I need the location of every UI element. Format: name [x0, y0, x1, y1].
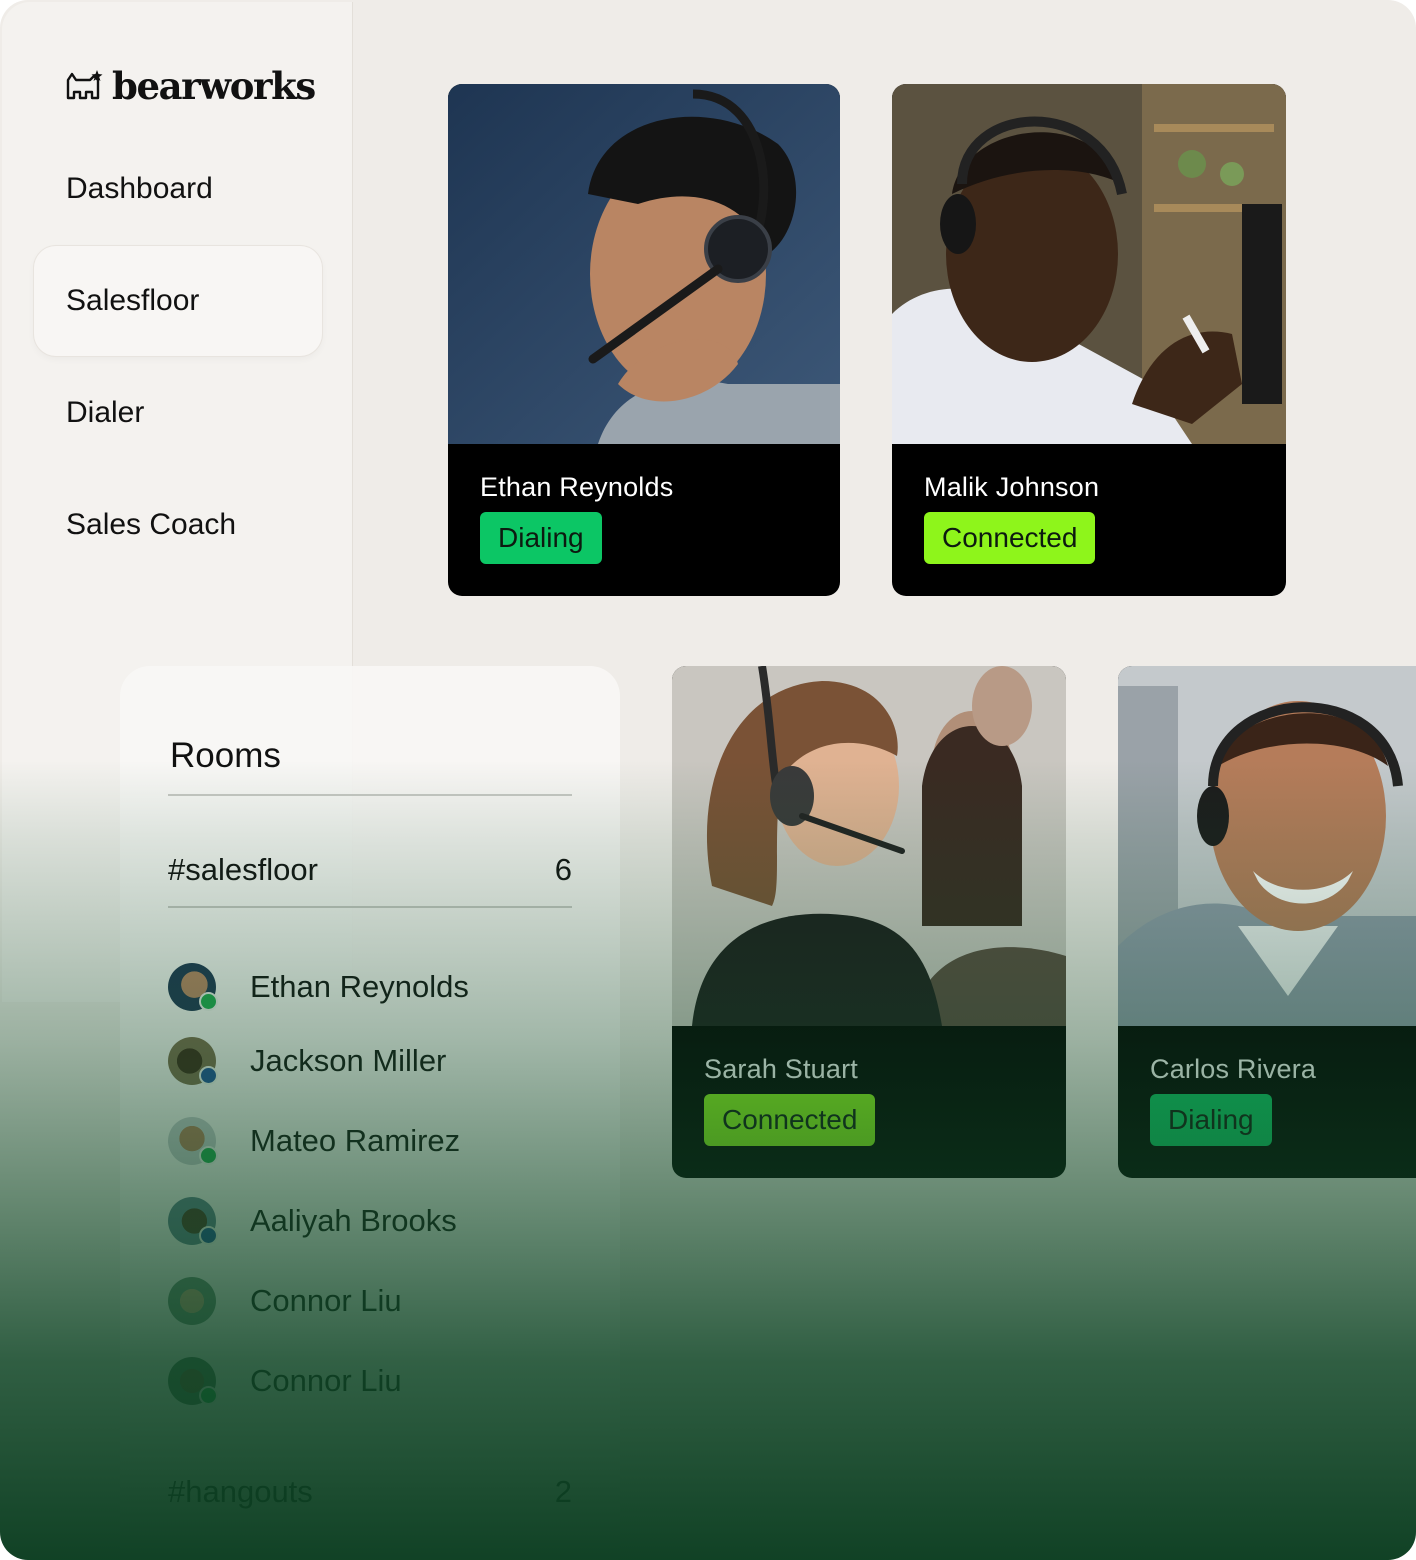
agent-card[interactable]: Carlos Rivera Dialing — [1118, 666, 1416, 1178]
status-badge: Connected — [704, 1094, 876, 1146]
room-member-count: 2 — [554, 1474, 572, 1509]
presence-dot — [199, 1226, 218, 1245]
nav-item-label: Dashboard — [66, 172, 213, 205]
member-name: Aaliyah Brooks — [250, 1203, 457, 1238]
rooms-panel: Rooms #salesfloor 6 Ethan Reynolds Jacks… — [120, 666, 620, 1560]
avatar — [168, 963, 218, 1011]
agent-photo — [448, 84, 840, 444]
room-name: #hangouts — [168, 1474, 313, 1509]
room-member-count: 6 — [554, 852, 572, 887]
status-badge: Dialing — [1150, 1094, 1272, 1146]
agent-photo — [672, 666, 1066, 1026]
room-item-hangouts[interactable]: #hangouts 2 — [168, 1474, 572, 1510]
nav-item-label: Dialer — [66, 396, 145, 429]
agent-name: Carlos Rivera — [1150, 1054, 1317, 1084]
nav-item-dashboard[interactable]: Dashboard — [34, 134, 322, 244]
member-name: Ethan Reynolds — [250, 969, 469, 1004]
agent-card[interactable]: Malik Johnson Connected — [892, 84, 1286, 596]
member-item[interactable]: Connor Liu — [168, 1356, 402, 1406]
nav-item-label: Salesfloor — [66, 284, 200, 317]
nav-item-salesfloor[interactable]: Salesfloor — [34, 246, 322, 356]
member-item[interactable]: Connor Liu — [168, 1276, 402, 1326]
agent-photo — [892, 84, 1286, 444]
divider — [168, 906, 572, 908]
status-badge: Connected — [924, 512, 1096, 564]
presence-dot — [199, 1066, 218, 1085]
agent-name: Malik Johnson — [924, 472, 1100, 502]
status-badge: Dialing — [480, 512, 602, 564]
member-name: Jackson Miller — [250, 1043, 447, 1078]
nav-item-sales-coach[interactable]: Sales Coach — [34, 470, 322, 580]
member-item[interactable]: Aaliyah Brooks — [168, 1196, 457, 1246]
presence-dot — [199, 992, 218, 1011]
presence-dot — [199, 1146, 218, 1165]
member-name: Connor Liu — [250, 1363, 402, 1398]
brand-logo[interactable]: bearworks — [64, 64, 316, 108]
divider — [168, 794, 572, 796]
member-item[interactable]: Mateo Ramirez — [168, 1116, 460, 1166]
room-name: #salesfloor — [168, 852, 318, 887]
member-name: Mateo Ramirez — [250, 1123, 461, 1158]
room-item-salesfloor[interactable]: #salesfloor 6 — [168, 852, 572, 888]
agent-name: Sarah Stuart — [704, 1054, 858, 1084]
nav-item-dialer[interactable]: Dialer — [34, 358, 322, 468]
agent-photo — [1118, 666, 1416, 1026]
avatar — [168, 1117, 218, 1165]
agent-card[interactable]: Ethan Reynolds Dialing — [448, 84, 840, 596]
app-window: bearworks Dashboard Salesfloor Dialer Sa… — [0, 0, 1416, 1560]
avatar — [168, 1277, 216, 1325]
agent-card[interactable]: Sarah Stuart Connected — [672, 666, 1066, 1178]
agent-name: Ethan Reynolds — [480, 472, 674, 502]
bear-logo-icon — [66, 70, 103, 100]
member-name: Connor Liu — [250, 1283, 402, 1318]
avatar — [168, 1357, 218, 1405]
member-item[interactable]: Jackson Miller — [168, 1036, 446, 1086]
nav-item-label: Sales Coach — [66, 508, 237, 541]
avatar — [168, 1037, 218, 1085]
member-item[interactable]: Ethan Reynolds — [168, 962, 469, 1012]
brand-name: bearworks — [112, 64, 316, 108]
rooms-title: Rooms — [170, 736, 281, 775]
avatar — [168, 1197, 218, 1245]
presence-dot — [199, 1386, 218, 1405]
